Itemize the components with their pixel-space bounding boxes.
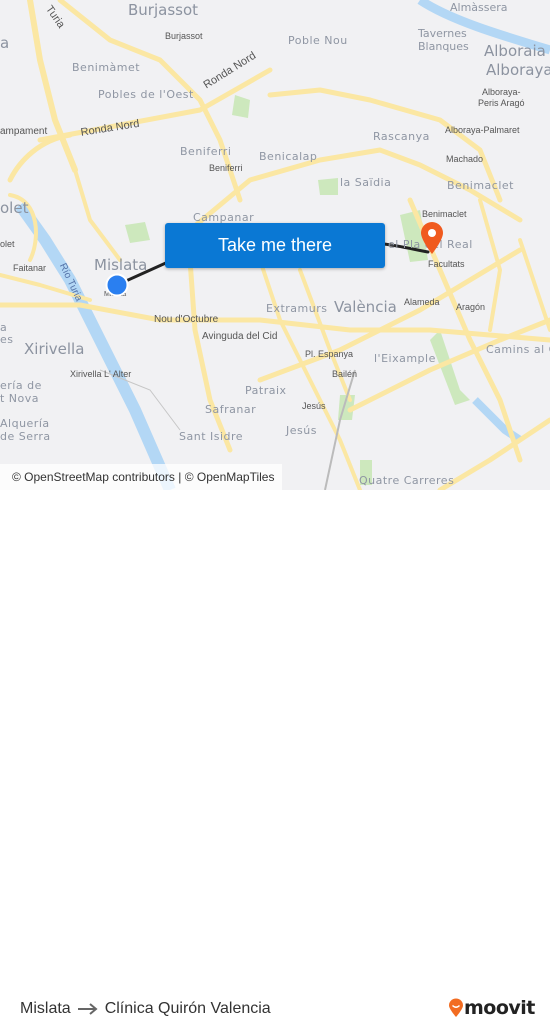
place-label: a xyxy=(0,321,8,334)
destination-pin-icon[interactable] xyxy=(419,221,445,255)
stop-label: ampament xyxy=(0,126,48,137)
place-label: Benicalap xyxy=(259,150,318,163)
place-label: es xyxy=(0,333,14,346)
place-label: olet xyxy=(0,199,29,217)
place-label: Poble Nou xyxy=(288,34,348,47)
stop-label: Benimaclet xyxy=(422,209,467,219)
place-label: Patraix xyxy=(245,384,287,397)
moovit-logo: moovit xyxy=(448,997,535,1019)
place-label: Benimaclet xyxy=(447,179,514,192)
route-summary: Mislata Clínica Quirón Valencia xyxy=(20,1000,271,1018)
place-label: ería de xyxy=(0,379,42,392)
place-label: Almàssera xyxy=(450,1,508,14)
attribution-text[interactable]: © OpenStreetMap contributors | © OpenMap… xyxy=(12,470,274,484)
take-me-there-label: Take me there xyxy=(217,235,333,255)
stop-label: Facultats xyxy=(428,259,465,269)
place-label: Alboraia / xyxy=(484,42,550,60)
place-label: Alquería xyxy=(0,417,50,430)
stop-label: Bailén xyxy=(332,369,358,379)
origin-name: Mislata xyxy=(20,1000,71,1017)
place-label: a xyxy=(0,34,10,52)
place-label: t Nova xyxy=(0,392,40,405)
place-label: Jesús xyxy=(286,424,317,437)
place-label: Burjassot xyxy=(128,1,199,19)
place-label: Rascanya xyxy=(373,130,430,143)
place-label: la Saïdia xyxy=(340,176,392,189)
stop-label: Burjassot xyxy=(165,31,203,41)
stop-label: Aragón xyxy=(456,302,486,312)
place-label: Tavernes xyxy=(418,27,467,40)
place-label: València xyxy=(334,298,397,316)
arrow-right-icon xyxy=(77,1003,98,1015)
stop-label: Xirivella L' Alter xyxy=(70,369,132,379)
stop-label: Beniferri xyxy=(209,163,243,173)
moovit-pin-icon xyxy=(449,998,463,1017)
map-attribution: © OpenStreetMap contributors | © OpenMap… xyxy=(0,464,283,490)
place-label: Pobles de l'Oest xyxy=(98,88,194,101)
stop-label: Alameda xyxy=(404,297,440,307)
stop-label: Faitanar xyxy=(13,263,47,273)
place-label: Camins al Gr xyxy=(486,343,550,356)
map[interactable]: Burjassot Burjassot Benimàmet Pobles de … xyxy=(0,0,550,490)
moovit-logo-text: moovit xyxy=(464,997,535,1019)
place-label: Extramurs xyxy=(266,302,328,315)
place-label: Mislata xyxy=(94,256,148,274)
take-me-there-button[interactable]: Take me there xyxy=(165,223,385,268)
destination-name: Clínica Quirón Valencia xyxy=(104,1000,271,1017)
stop-label: Alboraya- xyxy=(482,87,521,97)
place-label: Quatre Carreres xyxy=(359,474,455,487)
stop-label: Alboraya-Palmaret xyxy=(445,125,520,135)
footer: Mislata Clínica Quirón Valencia moovit xyxy=(0,490,550,1019)
place-label: Campanar xyxy=(193,211,255,224)
origin-dot-icon[interactable] xyxy=(105,273,129,297)
stop-label: Pl. Espanya xyxy=(305,349,354,359)
stop-label: Jesús xyxy=(302,401,326,411)
stop-label: Peris Aragó xyxy=(478,98,525,108)
place-label: Beniferri xyxy=(180,145,232,158)
road-label: Nou d'Octubre xyxy=(154,314,219,325)
place-label: de Serra xyxy=(0,430,51,443)
place-label: Benimàmet xyxy=(72,61,141,74)
stop-label: olet xyxy=(0,239,15,249)
place-label: Safranar xyxy=(205,403,257,416)
road-label: Avinguda del Cid xyxy=(202,331,278,342)
stop-label: Machado xyxy=(446,154,484,164)
place-label: Xirivella xyxy=(24,340,85,358)
place-label: Sant Isidre xyxy=(179,430,244,443)
place-label: Blanques xyxy=(418,40,469,53)
place-label: Alboraya xyxy=(486,61,550,79)
place-label: l'Eixample xyxy=(374,352,436,365)
